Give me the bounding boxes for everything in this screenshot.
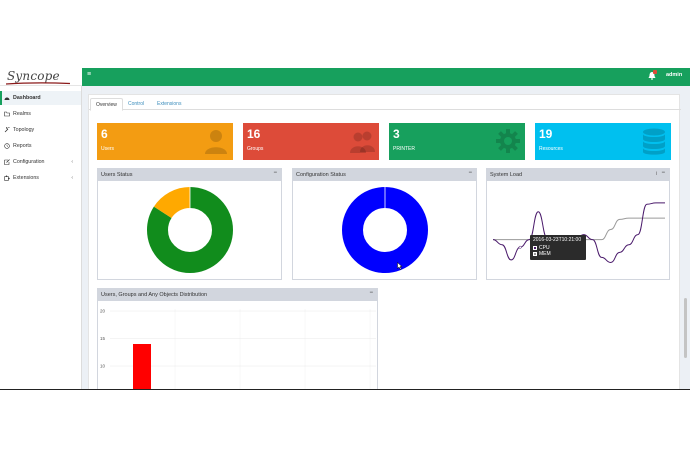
sidebar-item-label: Realms — [13, 111, 31, 117]
tooltip-timestamp: 2016-03-23T10:21:00 — [533, 237, 582, 243]
chevron-left-icon: ‹ — [71, 175, 73, 181]
collapse-button[interactable]: − — [369, 290, 373, 296]
users-status-donut — [147, 187, 233, 273]
sidebar-item-realms[interactable]: Realms — [0, 107, 81, 121]
users-label: Users — [101, 146, 115, 152]
wrench-icon — [4, 127, 10, 133]
logo[interactable]: Syncope — [0, 68, 82, 86]
sidebar-toggle-icon[interactable]: ≡ — [87, 71, 91, 78]
user-icon — [205, 130, 227, 154]
logo-swoosh-icon — [6, 82, 70, 85]
notifications-button[interactable] — [648, 70, 658, 81]
sidebar: Dashboard Realms Topology Reports Config… — [0, 86, 82, 390]
sidebar-item-configuration[interactable]: Configuration ‹ — [0, 155, 81, 169]
configuration-status-panel: Configuration Status − — [292, 168, 477, 280]
collapse-button[interactable]: − — [468, 170, 472, 176]
main-content: Overview Control Extensions 6 Users 16 G… — [88, 94, 681, 390]
resources-label: Resources — [539, 146, 563, 152]
groups-label: Groups — [247, 146, 264, 152]
puzzle-icon — [4, 175, 10, 181]
sidebar-item-reports[interactable]: Reports — [0, 139, 81, 153]
groups-tile[interactable]: 16 Groups — [243, 123, 379, 160]
tab-control[interactable]: Control — [123, 98, 149, 110]
sidebar-item-label: Reports — [13, 143, 32, 149]
window-bottom-edge — [0, 389, 690, 390]
app-window: Syncope ≡ admin Dashboard Realms Topolog… — [0, 68, 690, 390]
sidebar-item-label: Topology — [13, 127, 35, 133]
tab-overview[interactable]: Overview — [90, 98, 123, 111]
y-tick-label: 15 — [100, 336, 106, 341]
mem-swatch — [533, 252, 537, 256]
tooltip-row-mem: MEM — [533, 251, 583, 257]
info-icon[interactable]: i — [656, 171, 657, 177]
sidebar-item-label: Configuration — [13, 159, 45, 165]
edit-icon — [4, 159, 10, 165]
distribution-bar-chart: 20 15 10 — [100, 309, 376, 390]
sidebar-item-label: Extensions — [13, 175, 39, 181]
configuration-status-donut — [342, 187, 428, 273]
notification-badge — [653, 70, 657, 74]
printer-tile[interactable]: 3 PRINTER — [389, 123, 525, 160]
users-tile[interactable]: 6 Users — [97, 123, 233, 160]
panel-header: System Load i − — [487, 169, 669, 181]
collapse-button[interactable]: − — [661, 170, 665, 176]
groups-count: 16 — [247, 127, 261, 141]
chevron-left-icon: ‹ — [71, 159, 73, 165]
resources-tile[interactable]: 19 Resources — [535, 123, 671, 160]
dashboard-icon — [4, 97, 10, 100]
panel-header: Users Status − — [98, 169, 281, 181]
logo-text: Syncope — [7, 69, 60, 83]
tab-extensions[interactable]: Extensions — [152, 98, 186, 110]
users-status-panel: Users Status − — [97, 168, 282, 280]
cpu-swatch — [533, 246, 537, 250]
sidebar-item-extensions[interactable]: Extensions ‹ — [0, 171, 81, 185]
sidebar-item-dashboard[interactable]: Dashboard — [0, 91, 81, 105]
mouse-cursor-icon — [397, 262, 403, 270]
panel-title: System Load — [490, 172, 523, 178]
collapse-button[interactable]: − — [273, 170, 277, 176]
top-navbar: ≡ admin — [82, 68, 690, 86]
system-load-panel: System Load i − 2016-03-23T10:21:00 CPU … — [486, 168, 670, 280]
tooltip-series-mem: MEM — [539, 251, 551, 257]
folder-icon — [4, 111, 10, 117]
user-menu[interactable]: admin — [666, 72, 682, 78]
page-scrollbar[interactable] — [684, 298, 687, 358]
bar[interactable] — [133, 344, 151, 390]
panel-title: Users, Groups and Any Objects Distributi… — [101, 292, 208, 298]
chart-tooltip: 2016-03-23T10:21:00 CPU MEM — [530, 235, 586, 260]
sidebar-item-label: Dashboard — [13, 95, 41, 101]
panel-header: Configuration Status − — [293, 169, 476, 181]
resources-count: 19 — [539, 127, 553, 141]
tab-bar: Overview Control Extensions — [89, 95, 681, 111]
gear-icon — [496, 129, 520, 153]
panel-header: Users, Groups and Any Objects Distributi… — [98, 289, 377, 301]
distribution-panel: Users, Groups and Any Objects Distributi… — [97, 288, 378, 390]
database-icon — [643, 128, 665, 155]
group-icon — [350, 131, 375, 153]
panel-title: Users Status — [101, 172, 133, 178]
printer-count: 3 — [393, 127, 400, 141]
hover-marker — [518, 245, 522, 249]
sidebar-item-topology[interactable]: Topology — [0, 123, 81, 137]
y-tick-label: 20 — [100, 309, 106, 314]
system-load-chart — [492, 202, 665, 263]
clock-icon — [4, 143, 10, 149]
panel-title: Configuration Status — [296, 172, 346, 178]
users-count: 6 — [101, 127, 108, 141]
printer-label: PRINTER — [393, 146, 415, 152]
y-tick-label: 10 — [100, 364, 106, 369]
